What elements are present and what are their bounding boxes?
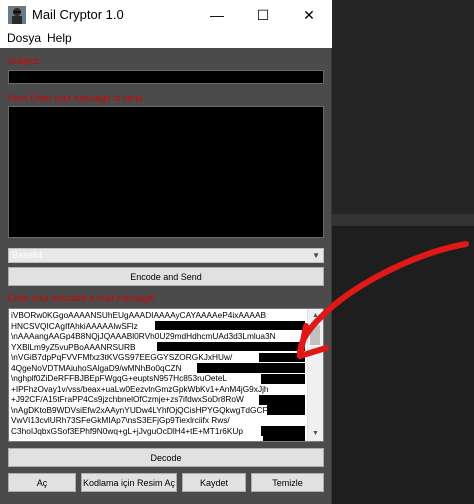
encoded-line: \nAgDKtoB9WDVsiEfw2xAAynYUDw4LYhfOjQCisH… <box>11 404 279 415</box>
menu-help[interactable]: Help <box>47 31 72 45</box>
menu-dosya[interactable]: Dosya <box>7 31 41 45</box>
chevron-down-icon: ▼ <box>312 251 320 260</box>
encoded-line: \nAAAangAAGp4B8NQjJQAAABl0RVh0U29mdHdhcm… <box>11 331 276 341</box>
clear-button[interactable]: Temizle <box>251 473 324 492</box>
redaction-block <box>197 363 305 373</box>
minimize-button[interactable]: — <box>194 0 240 30</box>
close-icon: ✕ <box>303 6 315 23</box>
message-textarea[interactable] <box>8 106 324 238</box>
encoded-label: Enter your encoded e-mail message! <box>8 293 156 303</box>
background-editor-panel <box>332 226 474 504</box>
maximize-button[interactable]: ☐ <box>240 0 286 30</box>
redaction-block <box>155 321 305 330</box>
encoded-scrollbar[interactable]: ▲ ▼ <box>307 309 323 441</box>
encoding-select[interactable]: Base64 ▼ <box>8 248 324 263</box>
redaction-block <box>157 342 305 351</box>
close-button[interactable]: ✕ <box>286 0 332 30</box>
save-button[interactable]: Kaydet <box>182 473 246 492</box>
app-window: Mail Cryptor 1.0 — ☐ ✕ Dosya Help Subjec… <box>0 0 332 504</box>
title-bar[interactable]: Mail Cryptor 1.0 — ☐ ✕ <box>0 0 332 30</box>
subject-label: Subject: <box>8 56 41 66</box>
redaction-block <box>259 353 305 362</box>
redaction-block <box>267 405 305 415</box>
encoded-textarea[interactable]: iVBORw0KGgoAAAANSUhEUgAAADIAAAAyCAYAAAAe… <box>8 308 324 442</box>
open-button[interactable]: Aç <box>8 473 76 492</box>
menu-bar: Dosya Help <box>0 30 332 48</box>
encoded-line: +IPFhzOvay1v/vss/beax+uaLw0EezvlnGmzGpkW… <box>11 383 269 394</box>
scrollbar-thumb[interactable] <box>310 325 320 345</box>
scroll-up-icon[interactable]: ▲ <box>308 309 323 323</box>
window-title: Mail Cryptor 1.0 <box>32 7 124 22</box>
user-avatar-icon <box>8 6 26 24</box>
scroll-down-icon[interactable]: ▼ <box>308 427 323 441</box>
redaction-block <box>261 374 305 384</box>
open-image-for-encoding-button[interactable]: Kodlama için Resim Aç <box>81 473 177 492</box>
maximize-icon: ☐ <box>256 6 270 23</box>
decode-button[interactable]: Decode <box>8 448 324 467</box>
message-label: Here Enter your message to send <box>8 93 143 103</box>
redaction-block <box>263 435 305 441</box>
encode-send-button[interactable]: Encode and Send <box>8 267 324 286</box>
background-editor-bar <box>332 214 474 226</box>
encoded-line: iVBORw0KGgoAAAANSUhEUgAAADIAAAAyCAYAAAAe… <box>11 310 267 320</box>
subject-input[interactable] <box>8 70 324 84</box>
encoding-selected-value: Base64 <box>12 250 43 260</box>
encoded-line: VwVI13cvlURh73SFeGkMIAp7\nsS3EFjGp9Tiexl… <box>11 415 230 425</box>
minimize-icon: — <box>210 7 224 23</box>
redaction-block <box>259 395 305 405</box>
